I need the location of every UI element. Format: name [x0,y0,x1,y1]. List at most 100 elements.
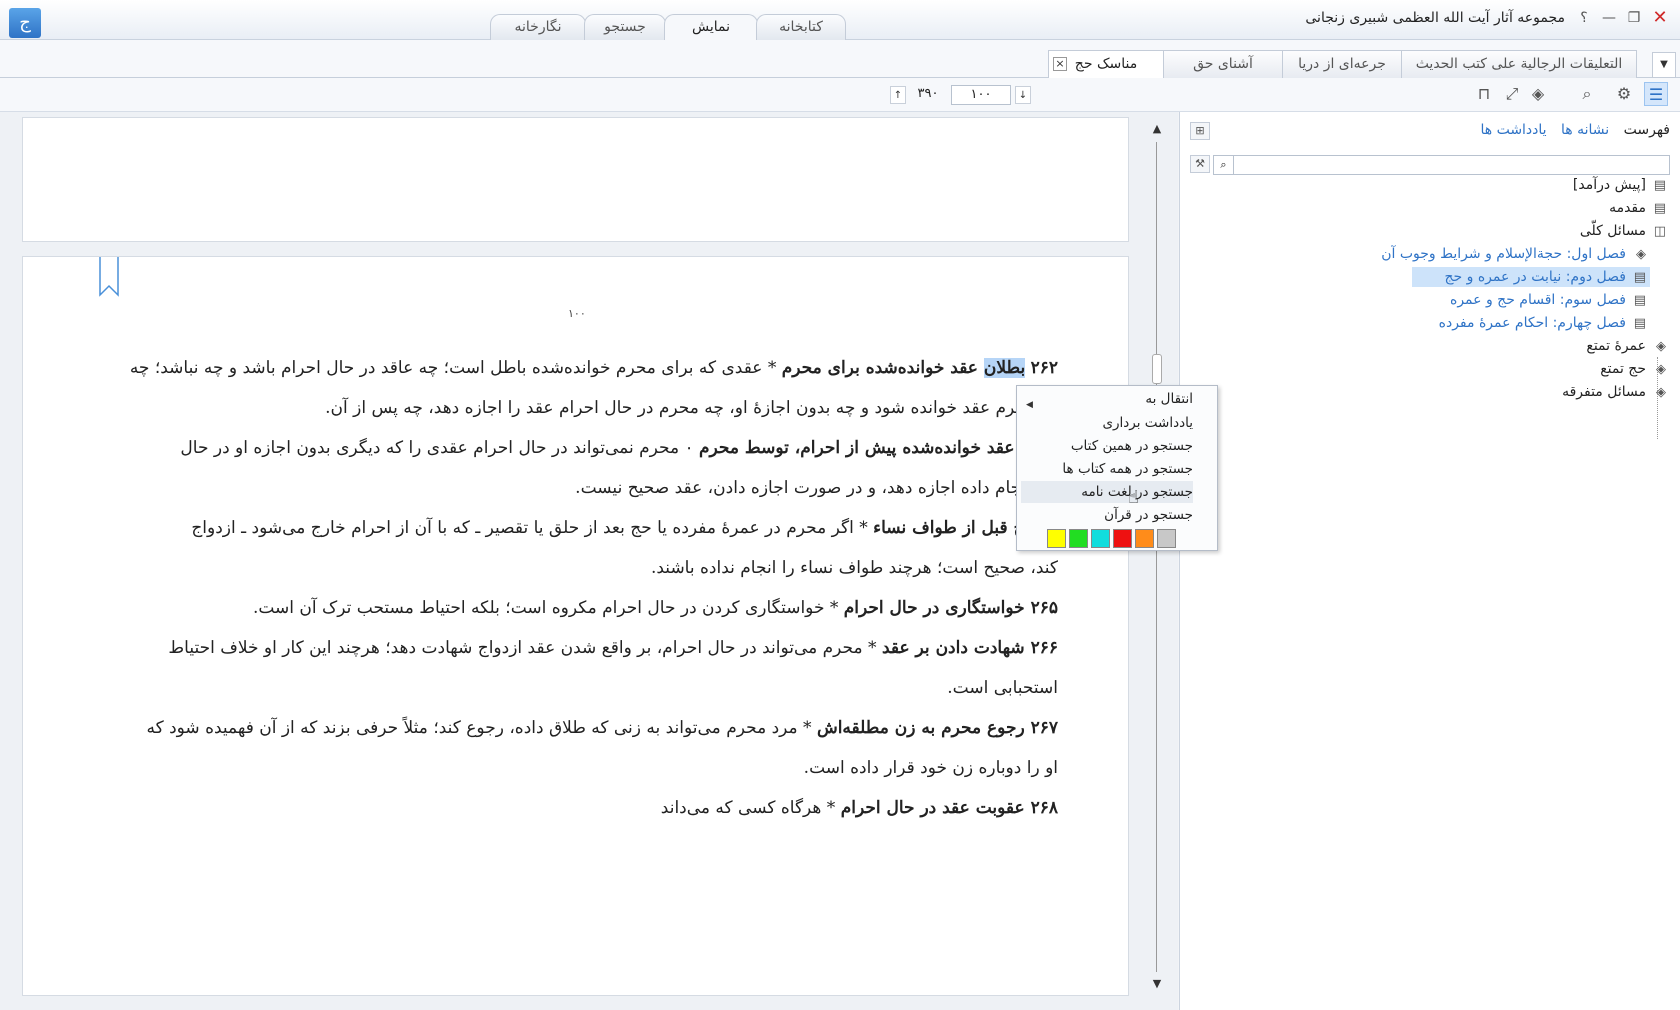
previous-page [22,117,1129,242]
help-button[interactable]: ؟ [1574,9,1594,27]
scroll-thumb[interactable] [1152,354,1162,384]
para-num: ۲۶۷ [1030,718,1058,738]
book-tab-ashnaye-haq[interactable]: آشنای حق [1163,50,1283,78]
para-num: ۲۶۶ [1030,638,1058,658]
tab-bookmarks[interactable]: نشانه ها [1561,122,1609,138]
highlight-swatch-red[interactable] [1113,529,1132,548]
highlight-swatch-green[interactable] [1069,529,1088,548]
menu-item-go-to[interactable]: انتقال به ◀ [1021,388,1193,410]
para-body: * هرگاه کسی که می‌داند [660,798,841,818]
bookmark-ribbon-icon[interactable] [98,257,120,297]
contents-search-field[interactable]: ⌕ [1213,155,1670,175]
para-body: * محرم می‌تواند در حال احرام، بر واقع شد… [168,638,882,658]
para-title: اجازهٔ عقد خوانده‌شده پیش از احرام، توسط… [699,438,1058,458]
toc-item[interactable]: ◈ فصل اول: حجةالإسلام و شرایط وجوب آن [1377,244,1650,264]
toc-item[interactable]: ◈ عمرهٔ تمتع [1582,336,1670,356]
layers-icon: ◈ [1636,247,1646,262]
highlight-swatch-gray[interactable] [1157,529,1176,548]
book-open-icon: ◫ [1653,224,1666,239]
scroll-up-icon[interactable]: ▲ [1150,122,1164,135]
arrow-down-icon[interactable]: ↓ [1015,86,1031,104]
mouse-cursor-icon: ☝ [1128,487,1139,508]
para-body: استحبابی است. [947,678,1058,698]
close-icon[interactable]: × [1053,57,1067,71]
chevron-down-icon[interactable]: ▼ [1652,52,1676,78]
menu-item-search-quran[interactable]: جستجو در قرآن [1021,504,1193,526]
toc-label: مسائل متفرقه [1562,384,1646,400]
para-title: رجوع محرم به زن مطلقه‌اش [816,718,1031,738]
menu-item-search-this-book[interactable]: جستجو در همین کتاب [1021,435,1193,457]
highlight-swatch-yellow[interactable] [1047,529,1066,548]
page-number-input[interactable]: ۱۰۰ [951,85,1011,105]
toc-label: حج تمتع [1600,361,1646,377]
restore-button[interactable]: ❐ [1624,9,1644,27]
para-body: * اگر محرم در عمرهٔ مفرده یا حج بعد از ح… [191,518,874,538]
layers-icon: ◈ [1656,362,1666,377]
para-body: * خواستگاری کردن در حال احرام مکروه است؛… [252,598,844,618]
wrench-icon[interactable]: ⚒ [1190,155,1210,173]
menu-item-label: انتقال به [1145,391,1193,407]
search-icon[interactable]: ⌕ [1575,82,1599,106]
toc-label: [پیش درآمد] [1572,177,1646,193]
toolbar: ☰ ⚙ ⌕ ◈ ⤢ ⊓ [0,78,1680,112]
paragraph-265: ۲۶۵ خواستگاری در حال احرام * خواستگاری ک… [98,588,1058,628]
menu-item-search-dictionary[interactable]: جستجو در لغت نامه [1021,481,1193,503]
para-title: خواستگاری در حال احرام [843,598,1031,618]
toc-item[interactable]: ▤ فصل سوم: اقسام حج و عمره [1446,290,1650,310]
book-tab-jorei-az-darya[interactable]: جرعه‌ای از دریا [1282,50,1402,78]
tab-gallery[interactable]: نگارخانه [490,14,586,40]
page-icon: ▤ [1633,270,1646,285]
tab-search[interactable]: جستجو [584,14,666,40]
toc-item[interactable]: ▤ فصل چهارم: احکام عمرهٔ مفرده [1435,313,1650,333]
para-body: ۰ محرم نمی‌تواند در حال احرام عقدی را که… [180,438,700,458]
minimize-button[interactable]: — [1599,9,1619,27]
page-icon: ▤ [1653,201,1666,216]
scroll-track[interactable] [1156,142,1157,972]
search-icon[interactable]: ⌕ [1214,156,1234,174]
layers-icon: ◈ [1656,339,1666,354]
tab-library[interactable]: کتابخانه [756,14,846,40]
fullscreen-icon[interactable]: ⤢ [1500,82,1524,106]
highlight-swatch-cyan[interactable] [1091,529,1110,548]
list-icon[interactable]: ☰ [1644,82,1668,106]
arrow-up-icon[interactable]: ↑ [890,86,906,104]
layers-icon[interactable]: ◈ [1526,82,1550,106]
book-tab-taliqat[interactable]: التعلیقات الرجالیة علی کتب الحدیث [1401,50,1637,78]
paragraph-line: وی انجام داده اجازه دهد، و در صورت اجازه… [98,468,1058,508]
tab-contents[interactable]: فهرست [1624,122,1670,138]
para-body: * عقدی که برای محرم خوانده‌شده باطل است؛… [129,358,782,378]
window-title: مجموعه آثار آیت الله العظمی شبیری زنجانی [1305,10,1565,26]
paragraph-264: ازدواج قبل از طواف نساء * اگر محرم در عم… [98,508,1058,548]
menu-item-search-all-books[interactable]: جستجو در همه کتاب ها [1021,458,1193,480]
toc-item[interactable]: ◈ حج تمتع [1596,359,1670,379]
total-pages: ۳۹۰ [917,86,939,101]
para-body: او را دوباره زن خود قرار داده است. [803,758,1058,778]
context-menu: انتقال به ◀ یادداشت برداری جستجو در همین… [1016,385,1218,551]
book-tab-manasek-hajj[interactable]: مناسک حج × [1048,50,1164,79]
toc-item[interactable]: ◈ مسائل متفرقه [1558,382,1670,402]
tab-display[interactable]: نمایش [664,14,758,41]
toc-item[interactable]: ▤ مقدمه [1605,198,1670,218]
para-title: عقد خوانده‌شده برای محرم [781,358,984,378]
paragraph-268: ۲۶۸ عقوبت عقد در حال احرام * هرگاه کسی ک… [98,788,1058,828]
close-button[interactable]: ✕ [1650,9,1670,27]
toc-item-selected[interactable]: ▤ فصل دوم: نیابت در عمره و حج [1412,267,1650,287]
gear-icon[interactable]: ⚙ [1612,82,1636,106]
bookmark-icon[interactable]: ⊓ [1472,82,1496,106]
para-num: ۲۶۸ [1030,798,1058,818]
collapse-panel-icon[interactable]: ⊞ [1190,122,1210,140]
document-area: ۱۰۰ ۲۶۲ بطلان عقد خوانده‌شده برای محرم *… [0,112,1178,1010]
para-body: * مرد محرم می‌تواند به زنی که طلاق داده،… [146,718,817,738]
selected-word[interactable]: بطلان [983,358,1026,378]
toc-item[interactable]: ◫ مسائل کلّی [1576,221,1670,241]
highlight-swatch-orange[interactable] [1135,529,1154,548]
book-tab-bar: مناسک حج × آشنای حق جرعه‌ای از دریا التع… [0,40,1680,79]
para-title: عقوبت عقد در حال احرام [840,798,1031,818]
menu-item-take-note[interactable]: یادداشت برداری [1021,412,1193,434]
paragraph-267: ۲۶۷ رجوع محرم به زن مطلقه‌اش * مرد محرم … [98,708,1058,748]
vertical-scrollbar[interactable]: ▲ ▼ [1148,122,1166,992]
toc-item[interactable]: ▤ [پیش درآمد] [1569,175,1670,195]
tab-notes[interactable]: یادداشت ها [1480,122,1546,138]
scroll-down-icon[interactable]: ▼ [1150,977,1164,990]
side-panel: فهرست نشانه ها یادداشت ها ⊞ ⚒ ⌕ ▤ [پیش در… [1179,112,1680,1010]
